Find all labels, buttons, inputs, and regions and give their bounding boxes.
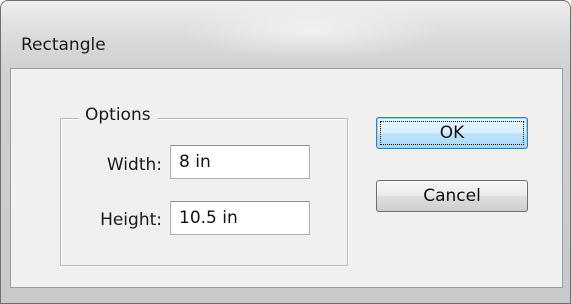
- width-label: Width:: [106, 155, 162, 175]
- cancel-button[interactable]: Cancel: [376, 180, 528, 212]
- width-field[interactable]: [170, 145, 310, 179]
- options-group: [60, 118, 348, 266]
- dialog-title: Rectangle: [21, 35, 106, 55]
- height-field[interactable]: [170, 201, 310, 235]
- cancel-button-label: Cancel: [423, 186, 481, 206]
- options-legend: Options: [79, 105, 157, 125]
- ok-button-label: OK: [439, 123, 465, 143]
- ok-button[interactable]: OK: [376, 117, 528, 149]
- height-label: Height:: [100, 210, 162, 230]
